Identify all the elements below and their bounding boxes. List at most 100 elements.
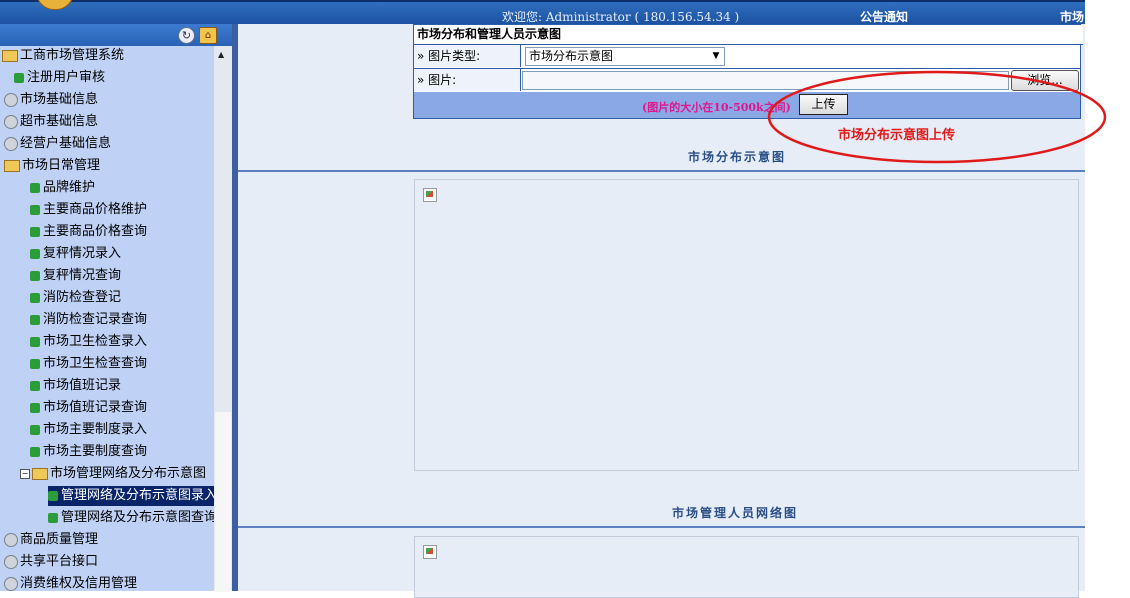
gear-icon bbox=[4, 136, 18, 151]
tree-item-label: 管理网络及分布示意图查询 bbox=[61, 510, 214, 525]
tree-item-price-maint[interactable]: 主要商品价格维护 bbox=[30, 200, 147, 220]
type-row: 市场分布示意图 ▼ bbox=[521, 45, 1080, 67]
tree-item-label: 主要商品价格查询 bbox=[43, 224, 148, 239]
tree-item-label: 主要商品价格维护 bbox=[43, 202, 148, 217]
tree-item-label: 管理网络及分布示意图录入 bbox=[61, 488, 214, 503]
annotation-ellipse bbox=[767, 70, 1107, 164]
distribution-image-frame bbox=[414, 179, 1079, 471]
tree-scrollbar[interactable]: ▲ bbox=[214, 46, 232, 592]
leaf-icon bbox=[30, 314, 40, 325]
tree-item-label: 市场值班记录查询 bbox=[43, 400, 148, 415]
section-divider bbox=[238, 170, 1085, 172]
tree-item-fire-check[interactable]: 消防检查登记 bbox=[30, 288, 121, 308]
leaf-icon bbox=[48, 490, 58, 501]
refresh-icon[interactable]: ↻ bbox=[178, 27, 195, 44]
tree-item-label: 共享平台接口 bbox=[20, 554, 99, 569]
gear-icon bbox=[4, 554, 18, 569]
leaf-icon bbox=[30, 380, 40, 391]
tree-item-brand[interactable]: 品牌维护 bbox=[30, 178, 95, 198]
tree-item-reweigh-query[interactable]: 复秤情况查询 bbox=[30, 266, 121, 286]
tree-item-reweigh-entry[interactable]: 复秤情况录入 bbox=[30, 244, 121, 264]
scroll-up-icon[interactable]: ▲ bbox=[218, 50, 224, 59]
chevron-down-icon[interactable]: ▼ bbox=[708, 48, 724, 65]
tree-root[interactable]: 工商市场管理系统 bbox=[2, 46, 124, 66]
tree-item-label: 复秤情况查询 bbox=[43, 268, 122, 283]
tree-item-label: 市场主要制度录入 bbox=[43, 422, 148, 437]
leaf-icon bbox=[14, 72, 24, 83]
tree-item-rules-entry[interactable]: 市场主要制度录入 bbox=[30, 420, 147, 440]
annotation-caption: 市场分布示意图上传 bbox=[838, 128, 956, 143]
tree-item-price-query[interactable]: 主要商品价格查询 bbox=[30, 222, 147, 242]
tree-item-label: 市场日常管理 bbox=[22, 158, 101, 173]
left-nav-panel: ↻ ⌂ 工商市场管理系统 注册用户审核 市场基础信息 超市基础信息 经营户基础信… bbox=[0, 24, 232, 592]
leaf-icon bbox=[30, 226, 40, 237]
tree-item-hygiene-query[interactable]: 市场卫生检查查询 bbox=[30, 354, 147, 374]
scroll-thumb[interactable] bbox=[215, 412, 231, 592]
leaf-icon bbox=[30, 424, 40, 435]
network-section-title: 市场管理人员网络图 bbox=[672, 506, 799, 520]
leaf-icon bbox=[30, 204, 40, 215]
tree-item-label: 市场主要制度查询 bbox=[43, 444, 148, 459]
tree-item-hygiene-entry[interactable]: 市场卫生检查录入 bbox=[30, 332, 147, 352]
network-image-frame bbox=[414, 536, 1079, 598]
leaf-icon bbox=[30, 182, 40, 193]
section-divider bbox=[238, 526, 1085, 528]
tree-item-label: 注册用户审核 bbox=[27, 70, 106, 85]
image-type-select[interactable]: 市场分布示意图 ▼ bbox=[525, 47, 725, 66]
tree-item-network-map[interactable]: − 市场管理网络及分布示意图 bbox=[20, 464, 206, 484]
welcome-text: 欢迎您: Administrator ( 180.156.54.34 ) bbox=[502, 10, 740, 24]
tree-item-rules-query[interactable]: 市场主要制度查询 bbox=[30, 442, 147, 462]
tree-item-label: 商品质量管理 bbox=[20, 532, 99, 547]
logo-emblem bbox=[36, 0, 74, 10]
leaf-icon bbox=[30, 358, 40, 369]
tree-item-network-entry[interactable]: 管理网络及分布示意图录入 bbox=[48, 486, 214, 506]
broken-image-icon bbox=[423, 545, 437, 559]
tree-item-duty-query[interactable]: 市场值班记录查询 bbox=[30, 398, 147, 418]
tree-item-user-review[interactable]: 注册用户审核 bbox=[14, 68, 105, 88]
tree-item-share-api[interactable]: 共享平台接口 bbox=[4, 552, 98, 572]
tree-item-label: 市场基础信息 bbox=[20, 92, 99, 107]
tree-item-label: 市场卫生检查查询 bbox=[43, 356, 148, 371]
folder-icon bbox=[2, 49, 18, 62]
leaf-icon bbox=[30, 248, 40, 259]
home-icon[interactable]: ⌂ bbox=[199, 27, 217, 44]
folder-icon bbox=[32, 467, 48, 480]
tree-item-supermarket-basic[interactable]: 超市基础信息 bbox=[4, 112, 98, 132]
leaf-icon bbox=[48, 512, 58, 523]
notice-link[interactable]: 公告通知 bbox=[860, 8, 908, 25]
main-content: 市场分布和管理人员示意图 » 图片类型: 市场分布示意图 ▼ » 图片: 浏览.… bbox=[238, 24, 1107, 598]
leaf-icon bbox=[30, 336, 40, 347]
leaf-icon bbox=[30, 270, 40, 281]
gear-icon bbox=[4, 92, 18, 107]
tree-item-daily-mgmt[interactable]: 市场日常管理 bbox=[4, 156, 100, 176]
tree-item-duty-record[interactable]: 市场值班记录 bbox=[30, 376, 121, 396]
tree-item-merchant-basic[interactable]: 经营户基础信息 bbox=[4, 134, 111, 154]
tree-item-label: 市场值班记录 bbox=[43, 378, 122, 393]
tree-root-label: 工商市场管理系统 bbox=[20, 48, 125, 63]
folder-icon bbox=[4, 159, 20, 172]
gear-icon bbox=[4, 114, 18, 129]
tree-item-label: 复秤情况录入 bbox=[43, 246, 122, 261]
image-label: » 图片: bbox=[414, 69, 521, 91]
leaf-icon bbox=[30, 446, 40, 457]
tree-item-fire-query[interactable]: 消防检查记录查询 bbox=[30, 310, 147, 330]
tree-item-label: 品牌维护 bbox=[43, 180, 96, 195]
gear-icon bbox=[4, 532, 18, 547]
distribution-section-title: 市场分布示意图 bbox=[688, 150, 787, 164]
collapse-icon[interactable]: − bbox=[20, 468, 30, 479]
market-link[interactable]: 市场 bbox=[1060, 8, 1084, 25]
leaf-icon bbox=[30, 402, 40, 413]
tree-item-label: 超市基础信息 bbox=[20, 114, 99, 129]
tree-item-consumer-rights[interactable]: 消费维权及信用管理 bbox=[4, 574, 137, 591]
tree-item-network-query[interactable]: 管理网络及分布示意图查询 bbox=[48, 508, 214, 528]
type-label: » 图片类型: bbox=[414, 45, 521, 67]
broken-image-icon bbox=[423, 188, 437, 202]
leaf-icon bbox=[30, 292, 40, 303]
tree-item-label: 消防检查记录查询 bbox=[43, 312, 148, 327]
tree-item-quality[interactable]: 商品质量管理 bbox=[4, 530, 98, 550]
tree-item-market-basic[interactable]: 市场基础信息 bbox=[4, 90, 98, 110]
form-title: 市场分布和管理人员示意图 bbox=[414, 25, 1083, 45]
tree-item-label: 消防检查登记 bbox=[43, 290, 122, 305]
nav-tree: 工商市场管理系统 注册用户审核 市场基础信息 超市基础信息 经营户基础信息 市场… bbox=[0, 46, 214, 591]
nav-header: ↻ ⌂ bbox=[0, 24, 232, 46]
